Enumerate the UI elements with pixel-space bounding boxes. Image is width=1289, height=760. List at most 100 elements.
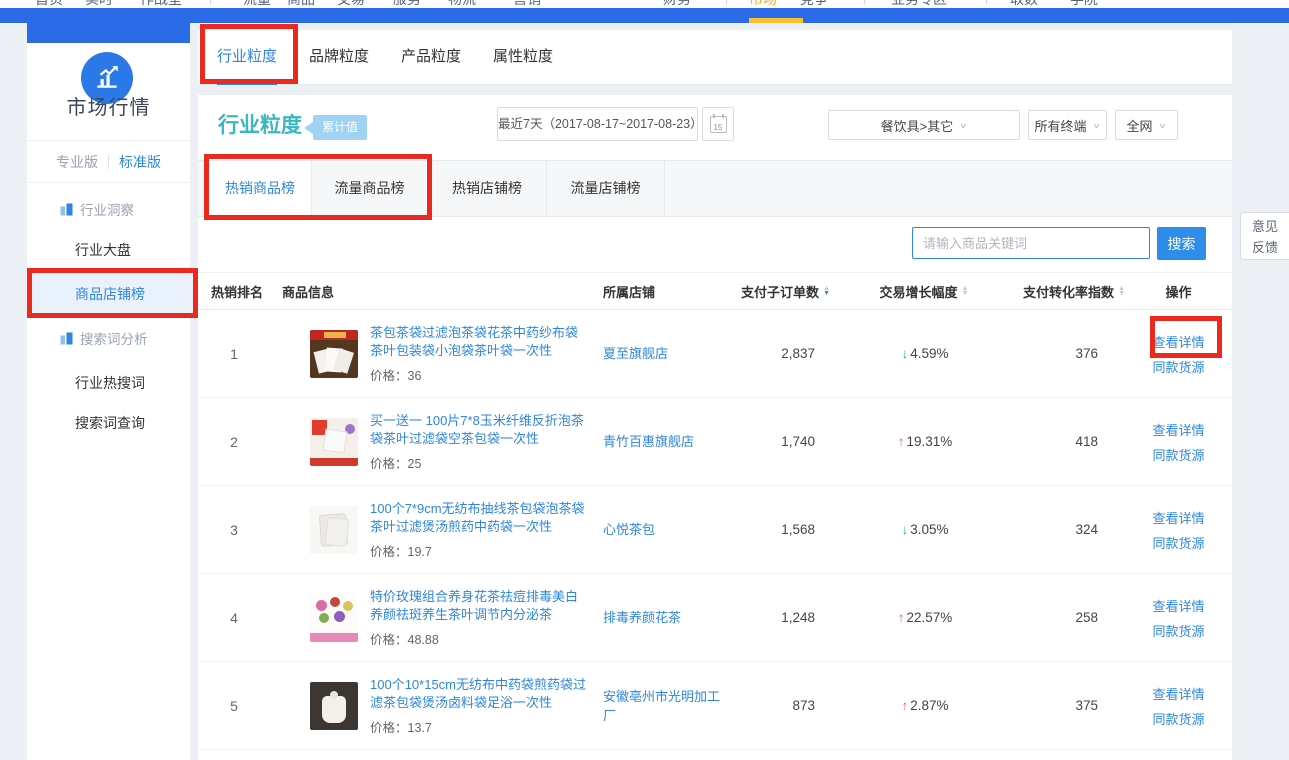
keyword-search-input[interactable] bbox=[912, 227, 1150, 259]
top-nav-item[interactable]: 商品 bbox=[287, 0, 315, 8]
top-nav-item[interactable]: 流量 bbox=[243, 0, 271, 8]
view-details-link[interactable]: 查看详情 bbox=[1152, 332, 1204, 351]
conversion-index-value: 376 bbox=[990, 346, 1125, 361]
growth-cell: ↓4.59% bbox=[830, 346, 990, 361]
product-text: 100个7*9cm无纺布抽线茶包袋泡茶袋茶叶过滤煲汤煎药中药袋一次性 价格：19… bbox=[370, 500, 590, 560]
feedback-button[interactable]: 意见 反馈 bbox=[1240, 212, 1289, 260]
header-transaction-growth[interactable]: 交易增长幅度 ▲▼ bbox=[830, 282, 990, 301]
top-nav-item[interactable]: 业务专区 bbox=[891, 0, 947, 8]
date-range-selector[interactable]: 最近7天（2017-08-17~2017-08-23） bbox=[497, 107, 698, 141]
product-image[interactable] bbox=[310, 682, 358, 730]
calendar-button[interactable]: 15 bbox=[702, 107, 734, 141]
view-details-link[interactable]: 查看详情 bbox=[1152, 684, 1204, 703]
shop-link[interactable]: 安徽亳州市光明加工厂 bbox=[600, 687, 735, 725]
sort-icon[interactable]: ▲▼ bbox=[962, 286, 969, 296]
product-title-link[interactable]: 特价玫瑰组合养身花茶祛痘排毒美白养颜祛斑养生茶叶调节内分泌茶 bbox=[370, 588, 590, 624]
product-text: 特价玫瑰组合养身花茶祛痘排毒美白养颜祛斑养生茶叶调节内分泌茶 价格：48.88 bbox=[370, 588, 590, 648]
same-supply-link[interactable]: 同款货源 bbox=[1152, 445, 1204, 464]
search-button[interactable]: 搜索 bbox=[1157, 227, 1206, 260]
header-shop: 所属店铺 bbox=[600, 282, 735, 301]
top-nav-item[interactable]: 物流 bbox=[448, 0, 476, 8]
calendar-icon: 15 bbox=[710, 116, 727, 133]
divider bbox=[27, 140, 190, 141]
shop-link[interactable]: 心悦茶包 bbox=[600, 520, 735, 539]
top-nav-item[interactable]: | bbox=[985, 0, 988, 5]
product-title-link[interactable]: 买一送一 100片7*8玉米纤维反折泡茶袋茶叶过滤袋空茶包袋一次性 bbox=[370, 412, 590, 448]
top-nav-item[interactable]: 竞争 bbox=[800, 0, 828, 8]
sidebar-item-hot-search-words[interactable]: 行业热搜词 bbox=[75, 373, 145, 393]
shop-link[interactable]: 青竹百惠旗舰店 bbox=[600, 432, 735, 451]
header-action: 操作 bbox=[1125, 282, 1232, 301]
version-standard[interactable]: 标准版 bbox=[119, 152, 161, 172]
table-body: 1 茶包茶袋过滤泡茶袋花茶中药纱布袋茶叶包装袋小泡袋茶叶袋一次性 价格：36 bbox=[198, 310, 1232, 750]
top-navbar: 首页 实时 作战室 | 流量 商品 交易 服务 物流 营销 财务 | 市场 竞争 | 业务专区 | 取数 学院 bbox=[0, 0, 1289, 8]
growth-cell: ↑19.31% bbox=[830, 434, 990, 449]
view-details-link[interactable]: 查看详情 bbox=[1152, 420, 1204, 439]
category-value: 餐饮具>其它 bbox=[881, 116, 954, 135]
product-title-link[interactable]: 100个7*9cm无纺布抽线茶包袋泡茶袋茶叶过滤煲汤煎药中药袋一次性 bbox=[370, 500, 590, 536]
rank-tab[interactable]: 流量商品榜 bbox=[312, 161, 428, 217]
table-header-row: 热销排名 商品信息 所属店铺 支付子订单数 ▲▼ 交易增长幅度 ▲▼ 支付转化率… bbox=[198, 272, 1232, 310]
product-image[interactable] bbox=[310, 330, 358, 378]
rank-cell: 1 bbox=[198, 346, 270, 362]
granularity-tab[interactable]: 行业粒度 bbox=[217, 30, 277, 85]
view-details-link[interactable]: 查看详情 bbox=[1152, 508, 1204, 527]
sidebar-item-industry-market[interactable]: 行业大盘 bbox=[75, 240, 131, 260]
shop-link[interactable]: 夏至旗舰店 bbox=[600, 344, 735, 363]
top-nav-item[interactable]: 市场 bbox=[749, 0, 777, 8]
top-nav-item[interactable]: 首页 bbox=[35, 0, 63, 8]
sidebar-group-search-analysis: 搜索词分析 bbox=[60, 328, 148, 348]
growth-arrow-icon: ↑ bbox=[901, 698, 908, 713]
top-nav-item[interactable]: | bbox=[863, 0, 866, 5]
top-nav-item[interactable]: 营销 bbox=[513, 0, 541, 8]
same-supply-link[interactable]: 同款货源 bbox=[1152, 357, 1204, 376]
product-price: 价格：13.7 bbox=[370, 717, 590, 736]
chart-icon bbox=[93, 64, 121, 92]
category-dropdown[interactable]: 餐饮具>其它 ∨ bbox=[828, 110, 1020, 140]
product-title-link[interactable]: 100个10*15cm无纺布中药袋煎药袋过滤茶包袋煲汤卤料袋足浴一次性 bbox=[370, 676, 590, 712]
conversion-index-value: 375 bbox=[990, 698, 1125, 713]
top-nav-item[interactable]: | bbox=[209, 0, 212, 5]
version-pro[interactable]: 专业版 bbox=[56, 152, 98, 172]
same-supply-link[interactable]: 同款货源 bbox=[1152, 533, 1204, 552]
scope-value: 全网 bbox=[1126, 116, 1152, 135]
top-nav-item[interactable]: 服务 bbox=[393, 0, 421, 8]
rank-cell: 5 bbox=[198, 698, 270, 714]
sort-icon[interactable]: ▲▼ bbox=[1118, 286, 1125, 296]
navbar-left-cap bbox=[27, 23, 190, 43]
product-title-link[interactable]: 茶包茶袋过滤泡茶袋花茶中药纱布袋茶叶包装袋小泡袋茶叶袋一次性 bbox=[370, 324, 590, 360]
top-nav-item[interactable]: 财务 bbox=[663, 0, 691, 8]
product-image[interactable] bbox=[310, 418, 358, 466]
sort-icon[interactable]: ▲▼ bbox=[823, 286, 830, 296]
top-nav-item[interactable]: 学院 bbox=[1070, 0, 1098, 8]
shop-link[interactable]: 排毒养颜花茶 bbox=[600, 608, 735, 627]
top-nav-item[interactable]: 作战室 bbox=[140, 0, 182, 8]
top-nav-item[interactable]: 交易 bbox=[337, 0, 365, 8]
granularity-tab[interactable]: 产品粒度 bbox=[401, 30, 461, 85]
granularity-tab[interactable]: 属性粒度 bbox=[493, 30, 553, 85]
top-nav-item[interactable]: 实时 bbox=[85, 0, 113, 8]
header-paid-suborders[interactable]: 支付子订单数 ▲▼ bbox=[735, 282, 830, 301]
top-nav-item[interactable]: 取数 bbox=[1010, 0, 1038, 8]
view-details-link[interactable]: 查看详情 bbox=[1152, 596, 1204, 615]
rank-tab[interactable]: 热销商品榜 bbox=[208, 161, 312, 218]
product-image[interactable] bbox=[310, 594, 358, 642]
growth-value: 2.87% bbox=[910, 698, 948, 713]
scope-dropdown[interactable]: 全网 ∨ bbox=[1115, 110, 1178, 140]
active-nav-underline bbox=[749, 18, 803, 23]
product-cell: 特价玫瑰组合养身花茶祛痘排毒美白养颜祛斑养生茶叶调节内分泌茶 价格：48.88 bbox=[270, 588, 600, 648]
growth-value: 19.31% bbox=[906, 434, 952, 449]
rank-tab[interactable]: 流量店铺榜 bbox=[547, 161, 665, 217]
same-supply-link[interactable]: 同款货源 bbox=[1152, 709, 1204, 728]
granularity-tab[interactable]: 品牌粒度 bbox=[309, 30, 369, 85]
sidebar-item-product-shop-rank[interactable]: 商品店铺榜 bbox=[27, 270, 190, 317]
sidebar-item-search-word-query[interactable]: 搜索词查询 bbox=[75, 413, 145, 433]
header-conversion-index[interactable]: 支付转化率指数 ▲▼ bbox=[990, 282, 1125, 301]
product-image[interactable] bbox=[310, 506, 358, 554]
paid-suborders-value: 1,248 bbox=[735, 610, 830, 625]
top-nav-item[interactable]: | bbox=[725, 0, 728, 5]
terminal-dropdown[interactable]: 所有终端 ∨ bbox=[1028, 110, 1107, 140]
growth-arrow-icon: ↑ bbox=[898, 434, 905, 449]
same-supply-link[interactable]: 同款货源 bbox=[1152, 621, 1204, 640]
rank-tab[interactable]: 热销店铺榜 bbox=[428, 161, 547, 217]
